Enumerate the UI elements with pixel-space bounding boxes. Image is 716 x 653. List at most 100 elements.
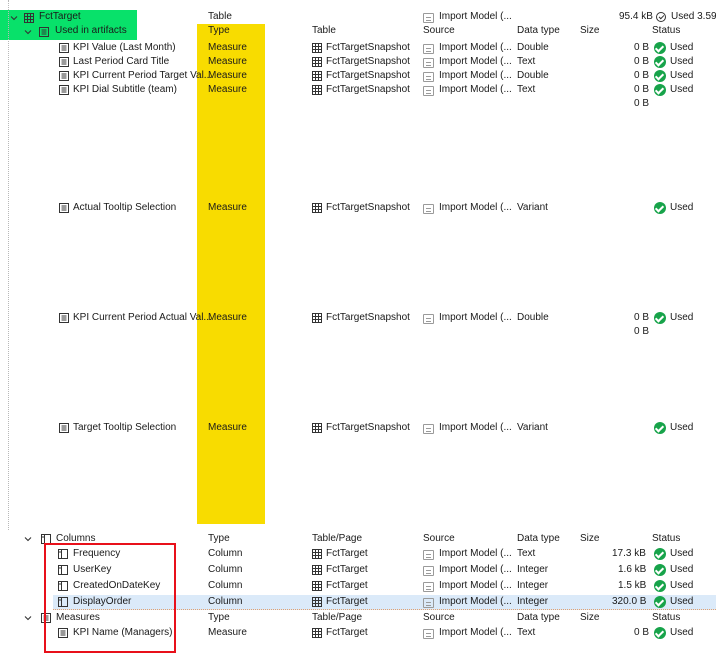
table-icon (312, 313, 322, 323)
artifact-table: FctTargetSnapshot (326, 422, 410, 433)
table-icon (312, 628, 322, 638)
table-icon (312, 43, 322, 53)
artifact-table: FctTargetSnapshot (326, 70, 410, 81)
table-icon (312, 203, 322, 213)
table-icon (312, 565, 322, 575)
import-model-icon (423, 582, 434, 592)
measure-icon (59, 423, 69, 433)
header-type: Type (208, 612, 230, 623)
artifact-datatype: Double (517, 42, 549, 53)
artifact-size: 0 B (634, 312, 650, 323)
artifact-table: FctTargetSnapshot (326, 42, 410, 53)
measure-source: Import Model (... (439, 627, 512, 638)
measure-icon (59, 71, 69, 81)
artifact-source: Import Model (... (439, 312, 512, 323)
column-source: Import Model (... (439, 580, 512, 591)
chevron-down-icon[interactable] (24, 614, 32, 622)
root-size: 95.4 kB (619, 11, 653, 22)
table-icon (312, 423, 322, 433)
table-icon (312, 57, 322, 67)
column-datatype: Text (517, 548, 536, 559)
header-datatype: Data type (517, 612, 560, 623)
measure-icon (59, 57, 69, 67)
chevron-down-icon[interactable] (24, 28, 32, 36)
column-status: Used (670, 548, 694, 559)
table-icon (312, 597, 322, 607)
used-outline-icon (656, 12, 666, 22)
column-datatype: Integer (517, 580, 549, 591)
table-icon (312, 85, 322, 95)
column-datatype: Integer (517, 564, 549, 575)
header-source: Source (423, 25, 455, 36)
used-check-icon (654, 627, 666, 639)
used-check-icon (654, 56, 666, 68)
import-model-icon (423, 44, 434, 54)
artifact-name[interactable]: KPI Value (Last Month) (73, 41, 176, 55)
artifact-table: FctTargetSnapshot (326, 202, 410, 213)
used-check-icon (654, 596, 666, 608)
column-type: Column (208, 564, 243, 575)
artifact-type: Measure (208, 70, 247, 81)
artifact-status: Used (670, 422, 694, 433)
artifact-extra-size: 0 B (634, 326, 650, 337)
column-type: Column (208, 548, 243, 559)
column-table: FctTarget (326, 548, 368, 559)
column-type: Column (208, 580, 243, 591)
artifact-name[interactable]: Actual Tooltip Selection (73, 201, 176, 215)
used-check-icon (654, 70, 666, 82)
chevron-down-icon[interactable] (24, 535, 32, 543)
artifact-status: Used (670, 202, 694, 213)
measure-group-icon (39, 27, 49, 37)
root-name[interactable]: FctTarget (39, 10, 81, 24)
artifact-datatype: Double (517, 312, 549, 323)
measure-size: 0 B (634, 627, 650, 638)
artifact-table: FctTargetSnapshot (326, 312, 410, 323)
column-source: Import Model (... (439, 564, 512, 575)
root-source: Import Model (... (439, 11, 512, 22)
measure-icon (59, 313, 69, 323)
artifact-name[interactable]: KPI Dial Subtitle (team) (73, 83, 177, 97)
header-table: Table (312, 25, 336, 36)
artifact-name[interactable]: KPI Current Period Actual Val... (73, 311, 212, 325)
artifact-datatype: Text (517, 84, 536, 95)
import-model-icon (423, 13, 434, 23)
artifact-extra-size: 0 B (634, 98, 650, 109)
measure-type: Measure (208, 627, 247, 638)
artifact-type: Measure (208, 312, 247, 323)
table-icon (24, 13, 34, 23)
artifacts-label[interactable]: Used in artifacts (55, 24, 127, 38)
artifact-status: Used (670, 312, 694, 323)
artifact-name[interactable]: KPI Current Period Target Val... (73, 69, 212, 83)
import-model-icon (423, 58, 434, 68)
artifact-size: 0 B (634, 70, 650, 81)
import-model-icon (423, 629, 434, 639)
used-check-icon (654, 42, 666, 54)
artifact-type: Measure (208, 84, 247, 95)
used-check-icon (654, 422, 666, 434)
import-model-icon (423, 566, 434, 576)
root-type: Table (208, 11, 232, 22)
measure-icon (59, 85, 69, 95)
used-check-icon (654, 84, 666, 96)
artifact-name[interactable]: Last Period Card Title (73, 55, 169, 69)
chevron-down-icon[interactable] (10, 14, 18, 22)
artifact-source: Import Model (... (439, 42, 512, 53)
header-table: Table/Page (312, 612, 363, 623)
column-size: 1.6 kB (618, 564, 647, 575)
header-source: Source (423, 612, 455, 623)
column-size: 17.3 kB (612, 548, 646, 559)
header-type: Type (208, 25, 230, 36)
artifact-source: Import Model (... (439, 202, 512, 213)
header-status: Status (652, 25, 681, 36)
artifact-name[interactable]: Target Tooltip Selection (73, 421, 176, 435)
artifact-table: FctTargetSnapshot (326, 56, 410, 67)
artifact-datatype: Variant (517, 202, 548, 213)
artifact-status: Used (670, 42, 694, 53)
artifact-source: Import Model (... (439, 84, 512, 95)
artifact-datatype: Text (517, 56, 536, 67)
header-datatype: Data type (517, 25, 560, 36)
used-check-icon (654, 564, 666, 576)
column-size: 1.5 kB (618, 580, 647, 591)
import-model-icon (423, 314, 434, 324)
column-source: Import Model (... (439, 548, 512, 559)
